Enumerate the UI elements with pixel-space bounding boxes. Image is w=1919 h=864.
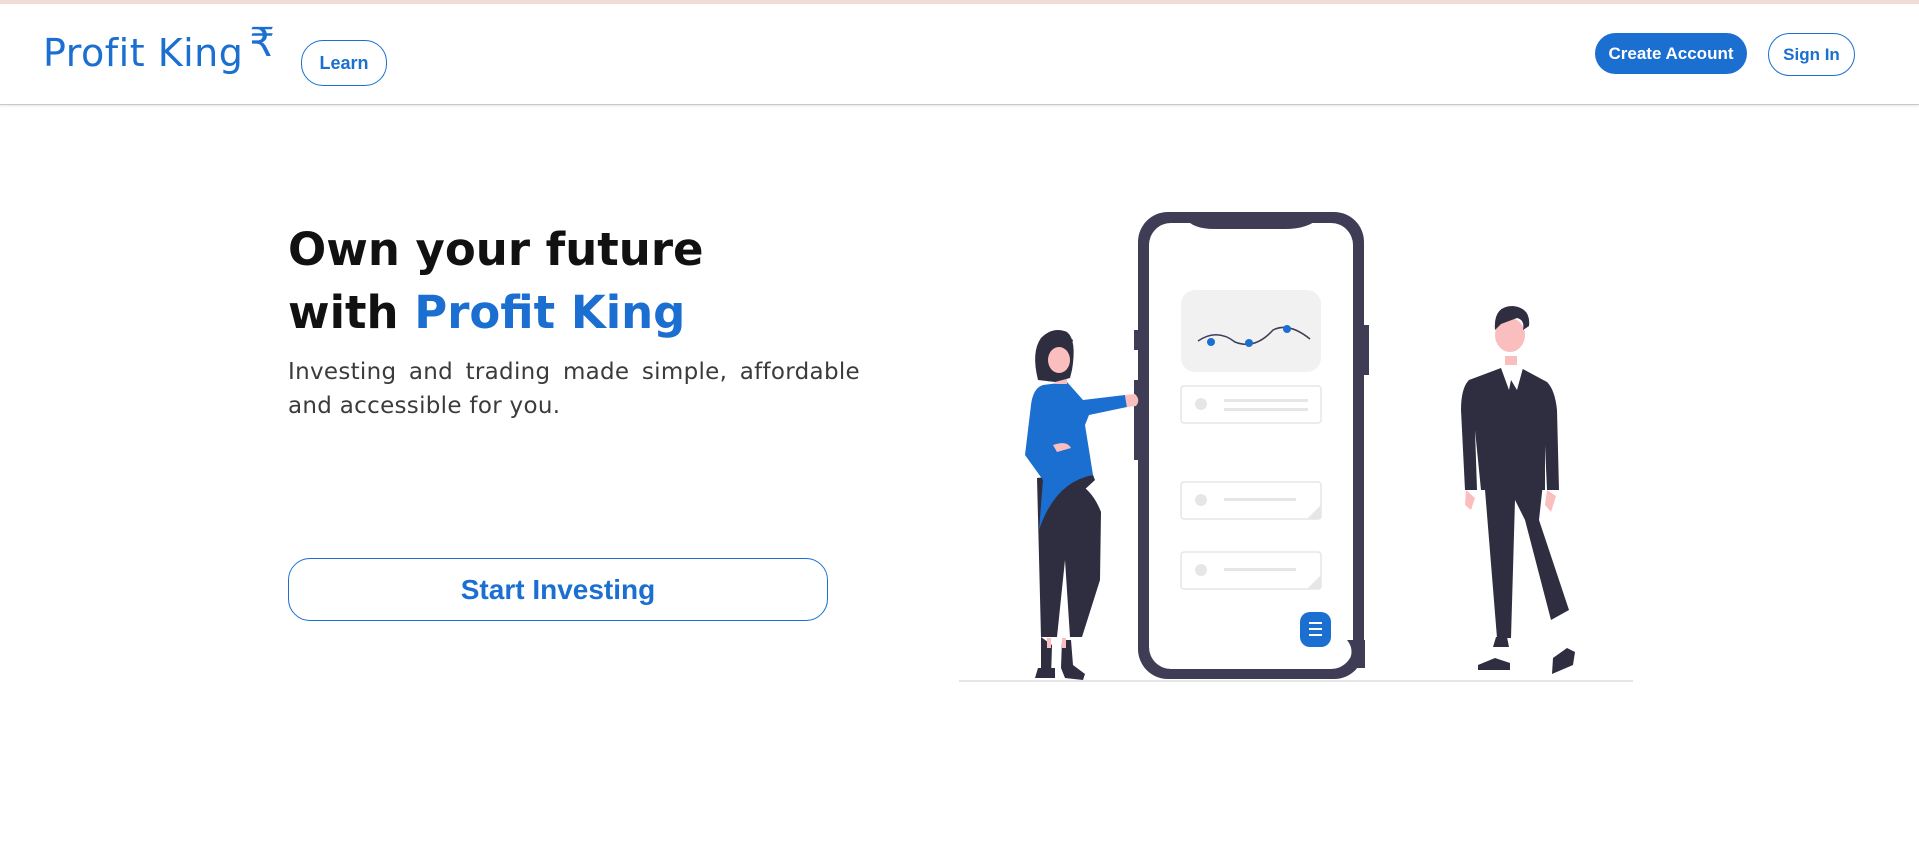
rupee-icon: ₹ <box>249 20 276 66</box>
list-card <box>1180 551 1322 590</box>
navbar: Profit King ₹ Learn Create Account Sign I… <box>0 4 1919 105</box>
hero-title: Own your future with Profit King <box>288 218 704 344</box>
menu-icon <box>1300 612 1331 647</box>
woman-figure <box>1025 330 1139 680</box>
create-account-button[interactable]: Create Account <box>1595 33 1747 74</box>
hero-title-prefix: with <box>288 286 415 339</box>
brand-logo[interactable]: Profit King ₹ <box>43 20 275 76</box>
sign-in-button[interactable]: Sign In <box>1768 33 1855 76</box>
man-figure <box>1461 306 1575 674</box>
line-chart-icon <box>1181 290 1321 372</box>
hero-subtitle: Investing and trading made simple, affor… <box>288 359 860 419</box>
hero-title-accent: Profit King <box>414 286 686 339</box>
phone-illustration <box>1134 212 1369 679</box>
list-card <box>1180 481 1322 520</box>
learn-button[interactable]: Learn <box>301 40 387 86</box>
list-card <box>1180 385 1322 424</box>
hero-illustration <box>959 212 1633 682</box>
start-investing-button[interactable]: Start Investing <box>288 558 828 621</box>
hero-title-line1: Own your future <box>288 223 704 276</box>
brand-name: Profit King <box>43 31 244 75</box>
